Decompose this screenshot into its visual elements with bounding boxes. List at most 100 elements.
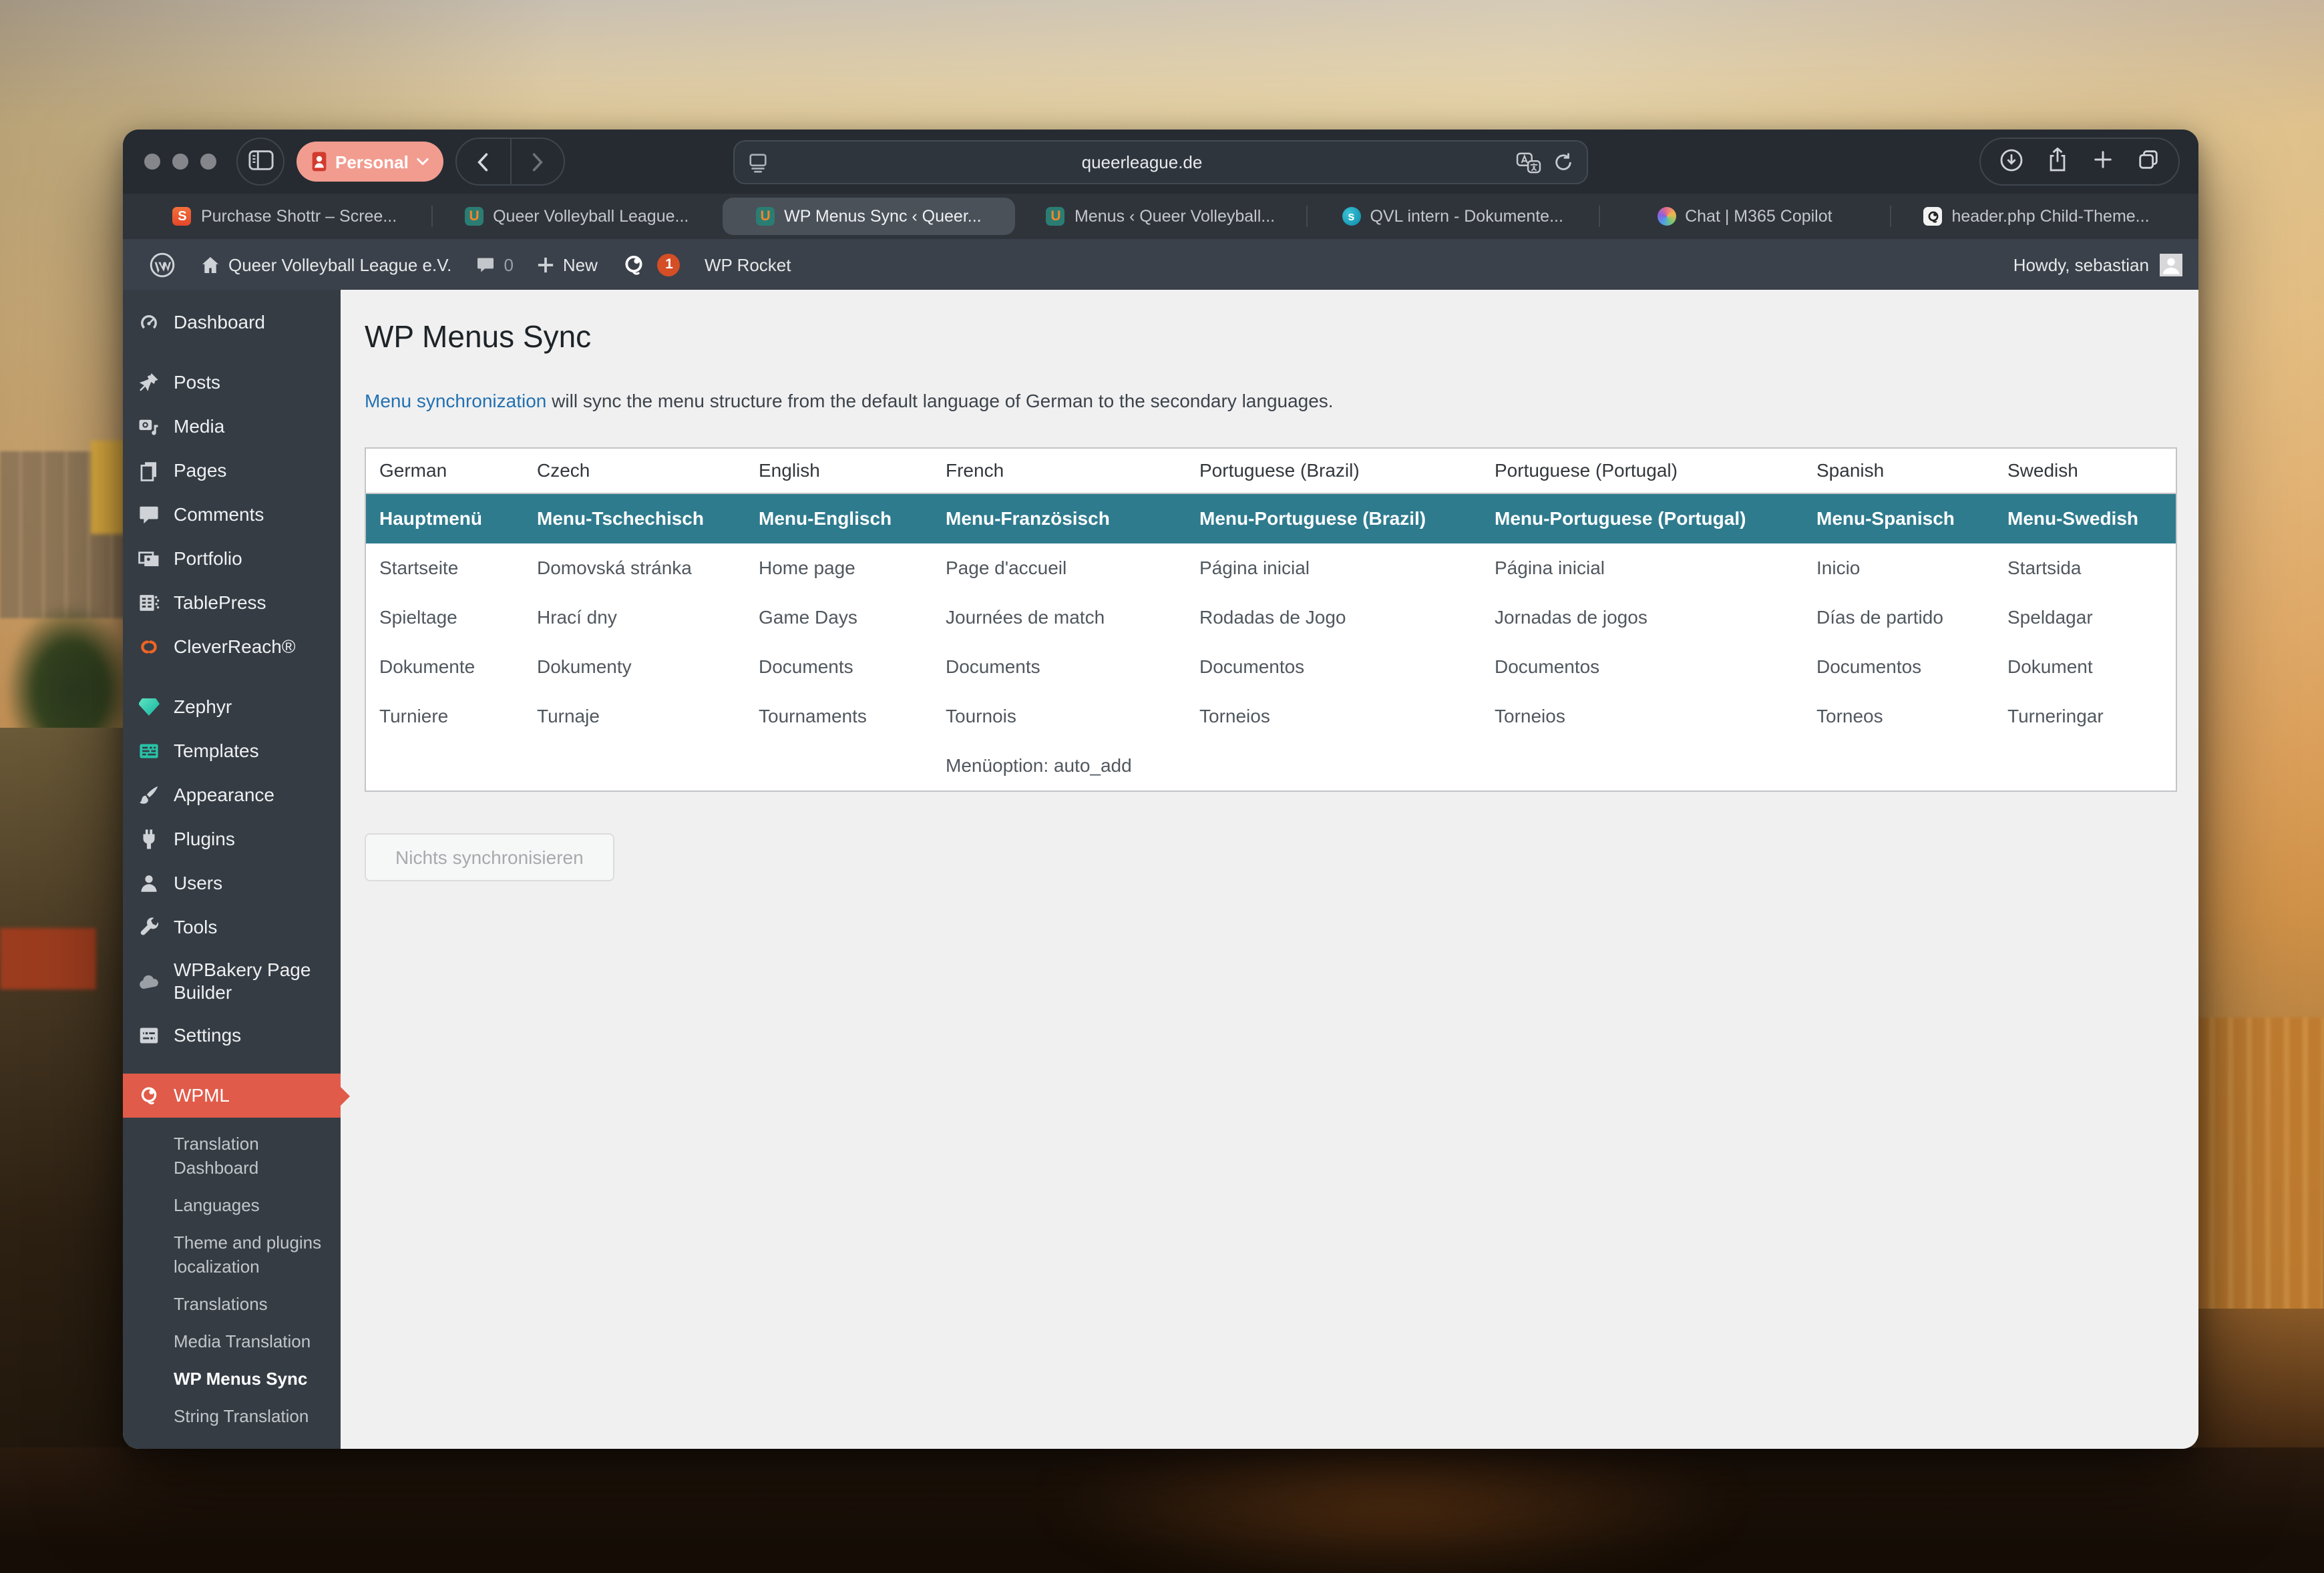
close-window-button[interactable]: [144, 154, 160, 170]
sidebar-item-label: Media: [174, 415, 225, 437]
desktop-wallpaper: Personal queerleague.de S Purchase Shott…: [0, 0, 2324, 1573]
menu-synchronization-link[interactable]: Menu synchronization: [365, 390, 546, 411]
sidebar-item-tools[interactable]: Tools: [123, 905, 341, 949]
pages-icon: [136, 458, 162, 483]
tab-label: Menus ‹ Queer Volleyball...: [1074, 207, 1276, 226]
copilot-favicon: [1657, 207, 1676, 226]
wpml-icon: [136, 1083, 162, 1108]
column-header: Swedish: [2007, 459, 2078, 481]
sidebar-item-settings[interactable]: Settings: [123, 1014, 341, 1058]
menu-item-cell: Turnaje: [537, 705, 600, 726]
tab-label: Queer Volleyball League...: [493, 207, 689, 226]
menu-item-cell: Startsida: [2007, 557, 2082, 578]
sidebar-item-media[interactable]: Media: [123, 405, 341, 449]
wp-rocket-menu[interactable]: WP Rocket: [693, 239, 803, 290]
wordpress-logo-icon: [148, 250, 176, 278]
sidebar-item-pages[interactable]: Pages: [123, 449, 341, 493]
page-settings-icon[interactable]: [748, 152, 768, 173]
sidebar-item-label: WPML: [174, 1084, 230, 1106]
sidebar-item-label: Portfolio: [174, 547, 242, 569]
menu-name-cell: Hauptmenü: [379, 507, 482, 529]
sidebar-item-tablepress[interactable]: TablePress: [123, 581, 341, 625]
sidebar-item-portfolio[interactable]: Portfolio: [123, 537, 341, 581]
submenu-item-languages[interactable]: Languages: [123, 1194, 341, 1218]
sidebar-item-appearance[interactable]: Appearance: [123, 773, 341, 817]
sidebar-item-users[interactable]: Users: [123, 861, 341, 905]
wpml-submenu: Translation Dashboard Languages Theme and …: [123, 1118, 341, 1447]
zoom-window-button[interactable]: [200, 154, 216, 170]
minimize-window-button[interactable]: [172, 154, 188, 170]
browser-tab-5[interactable]: s QVL intern - Dokumente...: [1306, 194, 1599, 239]
sync-nothing-button[interactable]: Nichts synchronisieren: [365, 833, 614, 881]
wp-logo-menu[interactable]: [136, 239, 188, 290]
menu-item-cell: Hrací dny: [537, 606, 617, 628]
submenu-item-string-translation[interactable]: String Translation: [123, 1405, 341, 1429]
site-name: Queer Volleyball League e.V.: [228, 254, 452, 274]
translate-icon[interactable]: [1516, 152, 1541, 173]
menu-item-cell: [745, 741, 932, 791]
column-header: Portuguese (Brazil): [1199, 459, 1360, 481]
reload-icon[interactable]: [1553, 152, 1573, 172]
wpml-icon: [622, 252, 647, 277]
comments-menu[interactable]: 0: [463, 239, 525, 290]
menu-item-cell: Torneos: [1816, 705, 1883, 726]
sidebar-separator: [123, 669, 341, 685]
sidebar-toggle-button[interactable]: [236, 138, 284, 186]
wp-admin-bar: Queer Volleyball League e.V. 0 New 1 WP …: [123, 239, 2198, 290]
sidebar-item-label: Zephyr: [174, 696, 232, 717]
wpml-admin-menu[interactable]: 1: [610, 239, 693, 290]
address-bar[interactable]: queerleague.de: [733, 140, 1588, 184]
howdy-menu[interactable]: Howdy, sebastian: [2013, 254, 2149, 274]
table-row: Dokumente Dokumenty Documents Documents Docu…: [366, 642, 2176, 692]
qvl-favicon: U: [756, 207, 775, 226]
sidebar-item-wpml[interactable]: WPML: [123, 1074, 350, 1118]
browser-tab-2[interactable]: U Queer Volleyball League...: [431, 194, 723, 239]
menu-item-cell: Documents: [946, 656, 1040, 677]
column-header: English: [759, 459, 820, 481]
sidebar-item-wpbakery-page-builder[interactable]: WPBakery Page Builder: [123, 949, 341, 1014]
chevron-down-icon: [417, 158, 429, 166]
menu-item-cell: Documents: [759, 656, 853, 677]
menu-item-cell: Dokument: [2007, 656, 2093, 677]
user-avatar[interactable]: [2160, 253, 2182, 276]
sidebar-item-templates[interactable]: Templates: [123, 729, 341, 773]
new-content-menu[interactable]: New: [526, 239, 610, 290]
submenu-item-theme-and-plugins-localization[interactable]: Theme and plugins localization: [123, 1231, 341, 1279]
downloads-button[interactable]: [1989, 139, 2034, 184]
sidebar-item-label: Appearance: [174, 784, 275, 805]
submenu-item-translation-dashboard[interactable]: Translation Dashboard: [123, 1132, 341, 1180]
submenu-item-translations[interactable]: Translations: [123, 1293, 341, 1317]
browser-tab-6[interactable]: Chat | M365 Copilot: [1598, 194, 1891, 239]
browser-tab-1[interactable]: S Purchase Shottr – Scree...: [139, 194, 431, 239]
tablepress-icon: [136, 590, 162, 616]
sidebar-item-posts[interactable]: Posts: [123, 361, 341, 405]
url-text: queerleague.de: [1081, 152, 1203, 172]
submenu-item-wp-menus-sync[interactable]: WP Menus Sync: [123, 1367, 341, 1391]
site-name-menu[interactable]: Queer Volleyball League e.V.: [188, 239, 463, 290]
submenu-item-media-translation[interactable]: Media Translation: [123, 1330, 341, 1354]
browser-tab-4[interactable]: U Menus ‹ Queer Volleyball...: [1014, 194, 1306, 239]
sidebar-item-plugins[interactable]: Plugins: [123, 817, 341, 861]
tab-label: Chat | M365 Copilot: [1685, 207, 1832, 226]
browser-tab-3-active[interactable]: U WP Menus Sync ‹ Queer...: [723, 198, 1015, 235]
tab-overview-button[interactable]: [2125, 139, 2170, 184]
page-title: WP Menus Sync: [365, 319, 592, 354]
plus-icon: [538, 256, 555, 273]
dashboard-icon: [136, 310, 162, 335]
back-button[interactable]: [457, 139, 510, 184]
sidebar-item-zephyr[interactable]: Zephyr: [123, 685, 341, 729]
wp-admin-sidebar: Dashboard Posts Media Pages Comments Portfoli…: [123, 290, 350, 1449]
menu-item-cell: Torneios: [1495, 705, 1565, 726]
browser-tab-7[interactable]: header.php Child-Theme...: [1890, 194, 2182, 239]
profile-button[interactable]: Personal: [297, 142, 443, 182]
sidebar-item-comments[interactable]: Comments: [123, 493, 341, 537]
forward-button[interactable]: [510, 139, 564, 184]
menu-item-cell: Domovská stránka: [537, 557, 692, 578]
sidebar-item-cleverreach[interactable]: CleverReach®: [123, 625, 341, 669]
menu-name-cell: Menu-Portuguese (Brazil): [1199, 507, 1426, 529]
share-button[interactable]: [2034, 139, 2080, 184]
shottr-favicon: S: [172, 207, 192, 226]
new-tab-button[interactable]: [2080, 139, 2125, 184]
cleverreach-icon: [136, 634, 162, 660]
sidebar-item-dashboard[interactable]: Dashboard: [123, 300, 341, 345]
